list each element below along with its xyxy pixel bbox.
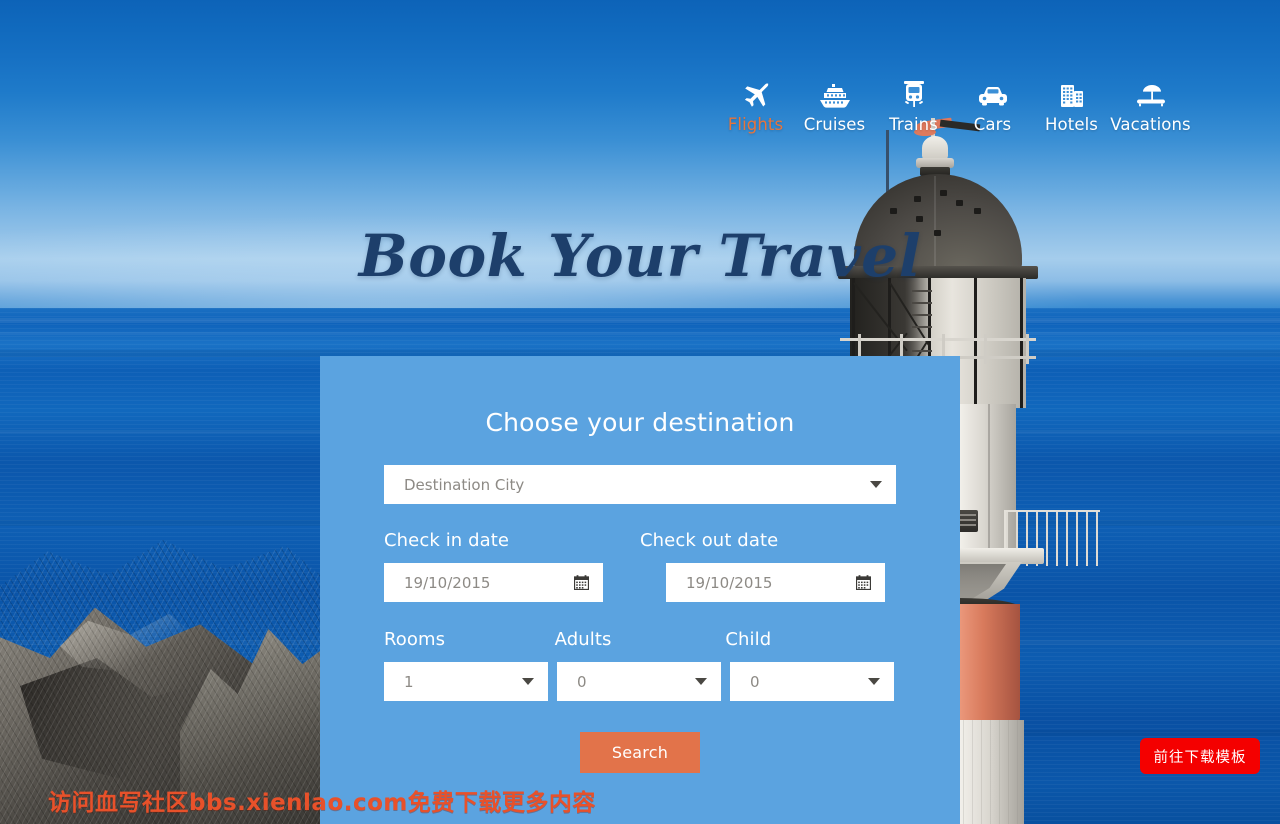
nav-label-vacations: Vacations — [1110, 115, 1191, 134]
check-out-date-input[interactable]: 19/10/2015 — [666, 563, 885, 602]
page-root: Flights Cruises Trains Cars Hotels Vacat… — [0, 0, 1280, 824]
check-out-label: Check out date — [640, 530, 779, 551]
booking-panel-title: Choose your destination — [485, 408, 795, 437]
chevron-down-icon — [868, 678, 880, 685]
rooms-value: 1 — [404, 672, 414, 691]
nav-label-cruises: Cruises — [803, 115, 866, 134]
nav-item-trains[interactable]: Trains — [874, 80, 953, 134]
check-in-label: Check in date — [384, 530, 510, 551]
train-icon — [901, 80, 927, 108]
nav-item-cruises[interactable]: Cruises — [795, 80, 874, 134]
check-out-date-value: 19/10/2015 — [686, 573, 773, 592]
chevron-down-icon — [870, 481, 882, 488]
adults-value: 0 — [577, 672, 587, 691]
download-template-button[interactable]: 前往下载模板 — [1140, 738, 1260, 774]
nav-label-hotels: Hotels — [1045, 115, 1098, 134]
child-value: 0 — [750, 672, 760, 691]
car-icon — [977, 80, 1009, 108]
rocks-foreground — [0, 534, 340, 824]
adults-select[interactable]: 0 — [557, 662, 721, 701]
check-in-date-value: 19/10/2015 — [404, 573, 491, 592]
check-in-date-input[interactable]: 19/10/2015 — [384, 563, 603, 602]
chevron-down-icon — [695, 678, 707, 685]
destination-city-value: Destination City — [404, 475, 525, 494]
chevron-down-icon — [522, 678, 534, 685]
search-button[interactable]: Search — [580, 732, 700, 773]
destination-city-select[interactable]: Destination City — [384, 465, 896, 504]
search-button-wrapper: Search — [384, 732, 896, 773]
airplane-icon — [741, 80, 771, 108]
site-watermark: 访问血写社区bbs.xienlao.com免费下载更多内容 — [48, 790, 596, 816]
rooms-select[interactable]: 1 — [384, 662, 548, 701]
rooms-label: Rooms — [384, 629, 446, 650]
calendar-icon[interactable] — [855, 575, 872, 591]
main-navigation: Flights Cruises Trains Cars Hotels Vacat… — [716, 80, 1191, 134]
nav-label-trains: Trains — [889, 115, 938, 134]
cruise-ship-icon — [818, 80, 852, 108]
nav-label-cars: Cars — [973, 115, 1012, 134]
dates-section: Check in date Check out date 19/10/2015 — [384, 530, 896, 602]
hotel-building-icon — [1059, 80, 1085, 108]
adults-label: Adults — [554, 629, 612, 650]
occupancy-section: Rooms Adults Child 1 0 0 — [384, 629, 896, 701]
page-title: Book Your Travel — [358, 222, 922, 290]
nav-item-cars[interactable]: Cars — [953, 80, 1032, 134]
nav-item-hotels[interactable]: Hotels — [1032, 80, 1111, 134]
calendar-icon[interactable] — [573, 575, 590, 591]
child-label: Child — [725, 629, 772, 650]
child-select[interactable]: 0 — [730, 662, 894, 701]
beach-umbrella-icon — [1135, 80, 1167, 108]
nav-label-flights: Flights — [727, 115, 784, 134]
booking-panel: Choose your destination Destination City… — [320, 356, 960, 824]
nav-item-vacations[interactable]: Vacations — [1110, 80, 1191, 134]
nav-item-flights[interactable]: Flights — [716, 80, 795, 134]
